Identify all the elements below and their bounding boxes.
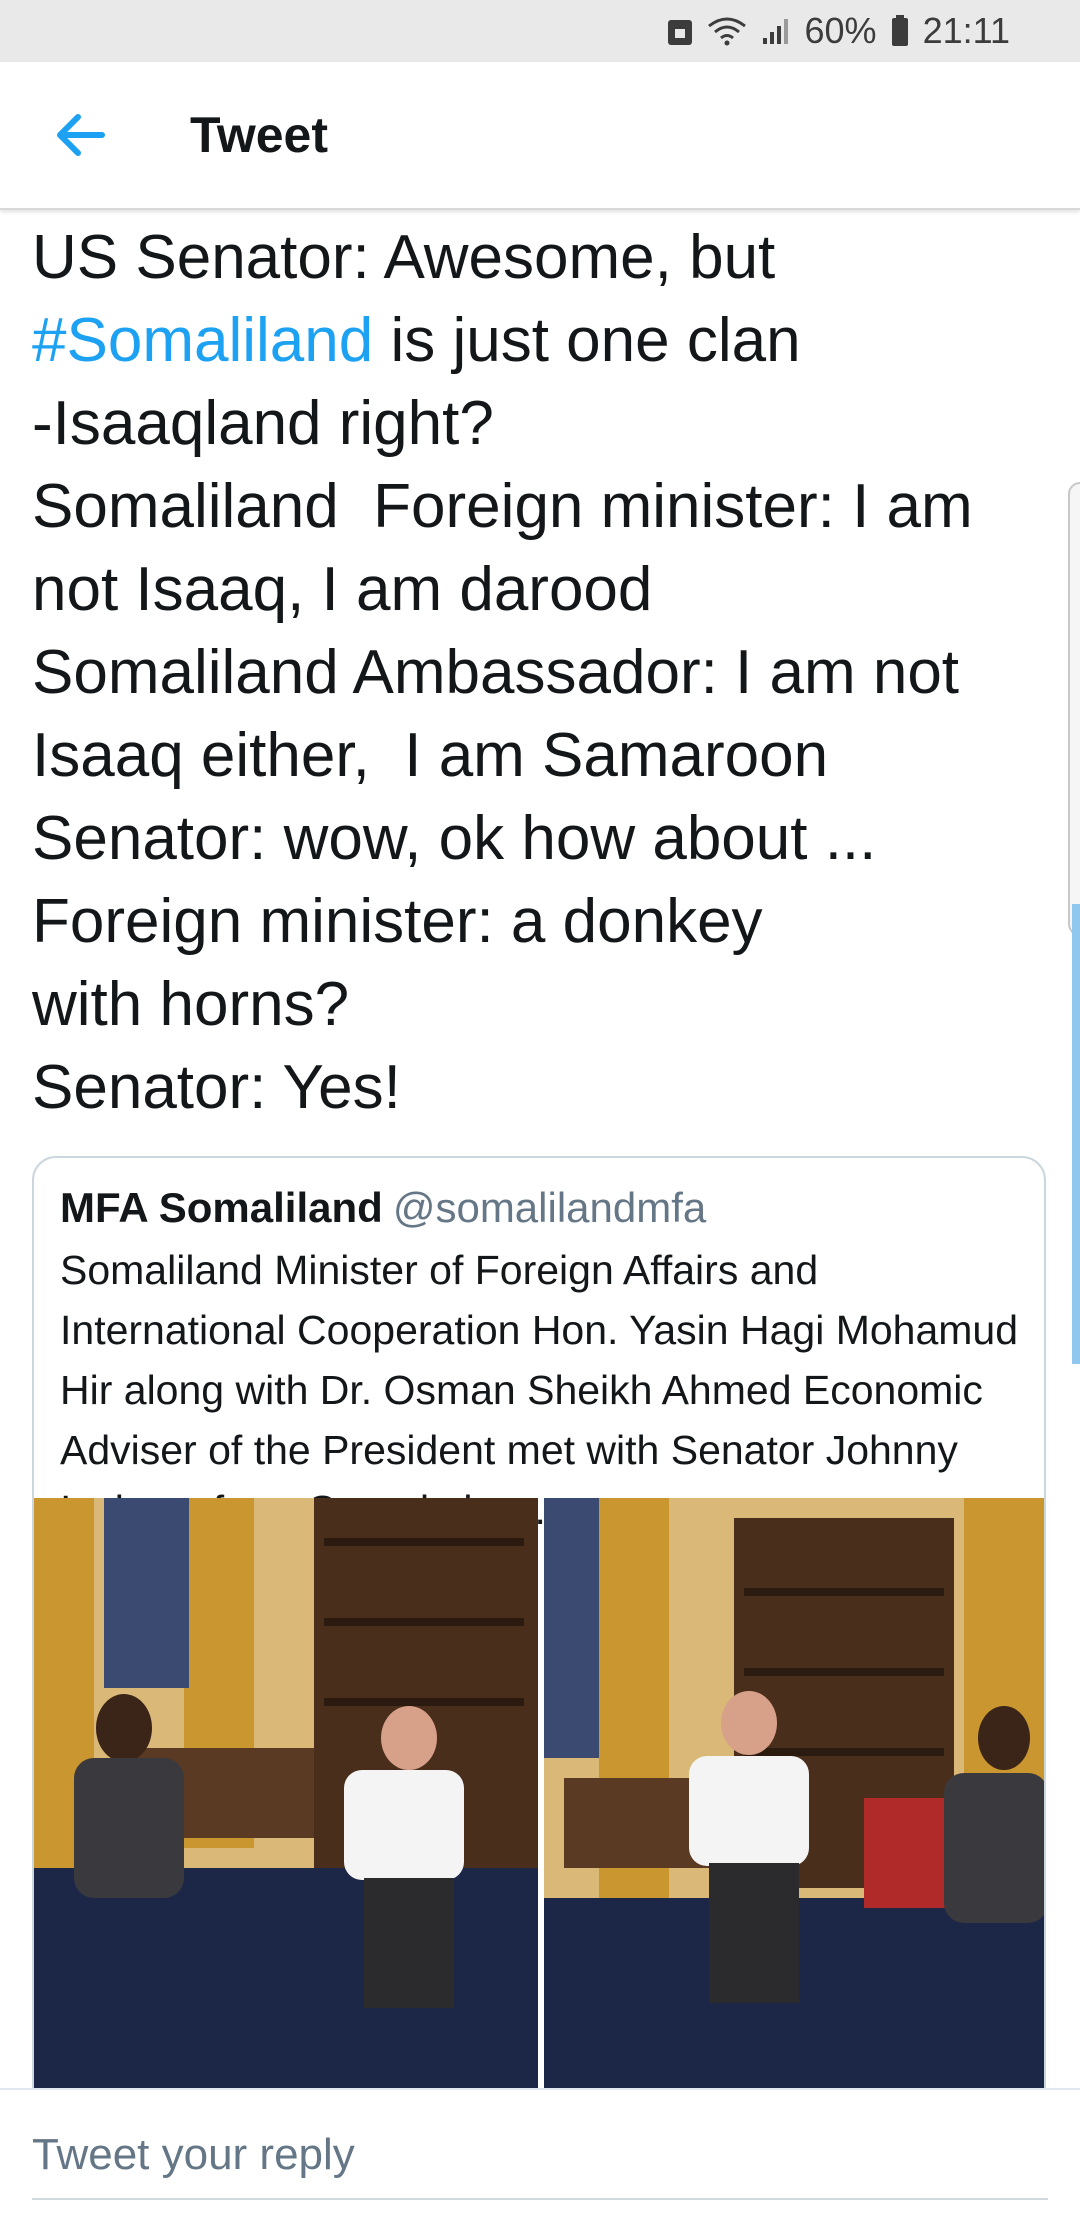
tweet-detail: US Senator: Awesome, but #Somaliland is …: [0, 212, 1080, 2088]
status-bar: 60% 21:11: [0, 0, 1080, 62]
back-button[interactable]: [40, 95, 120, 175]
lock-icon: [667, 16, 693, 46]
signal-icon: [761, 16, 791, 46]
arrow-left-icon: [57, 114, 105, 156]
quoted-tweet-header: MFA Somaliland @somalilandmfa: [60, 1180, 706, 1236]
media-photo[interactable]: [544, 1498, 1044, 2088]
battery-percent: 60%: [804, 10, 877, 51]
quoted-author-handle: @somalilandmfa: [392, 1184, 707, 1231]
reply-input[interactable]: [32, 2112, 1048, 2200]
tweet-text: US Senator: Awesome, but #Somaliland is …: [32, 216, 1042, 1129]
page-title: Tweet: [190, 107, 328, 163]
tweet-text-part: is just one clan -Isaaqland right? Somal…: [32, 306, 973, 1122]
quoted-tweet-text: Somaliland Minister of Foreign Affairs a…: [60, 1247, 1019, 1533]
battery-icon: [891, 15, 909, 47]
clock: 21:11: [922, 10, 1010, 51]
quoted-media: [34, 1498, 1044, 2088]
office-photo-image: [34, 1498, 538, 2088]
quoted-author-name: MFA Somaliland: [60, 1184, 383, 1231]
quoted-tweet[interactable]: MFA Somaliland @somalilandmfa Somaliland …: [32, 1156, 1046, 2088]
office-photo-image: [544, 1498, 1044, 2088]
app-bar: Tweet: [0, 62, 1080, 210]
reply-bar: [0, 2088, 1080, 2220]
tweet-text-part: US Senator: Awesome, but: [32, 223, 793, 292]
hashtag-link[interactable]: #Somaliland: [32, 306, 373, 375]
scrollbar-thumb[interactable]: [1072, 904, 1080, 1364]
scrollbar-track[interactable]: [1068, 482, 1080, 936]
wifi-icon: [707, 16, 747, 46]
media-photo[interactable]: [34, 1498, 538, 2088]
